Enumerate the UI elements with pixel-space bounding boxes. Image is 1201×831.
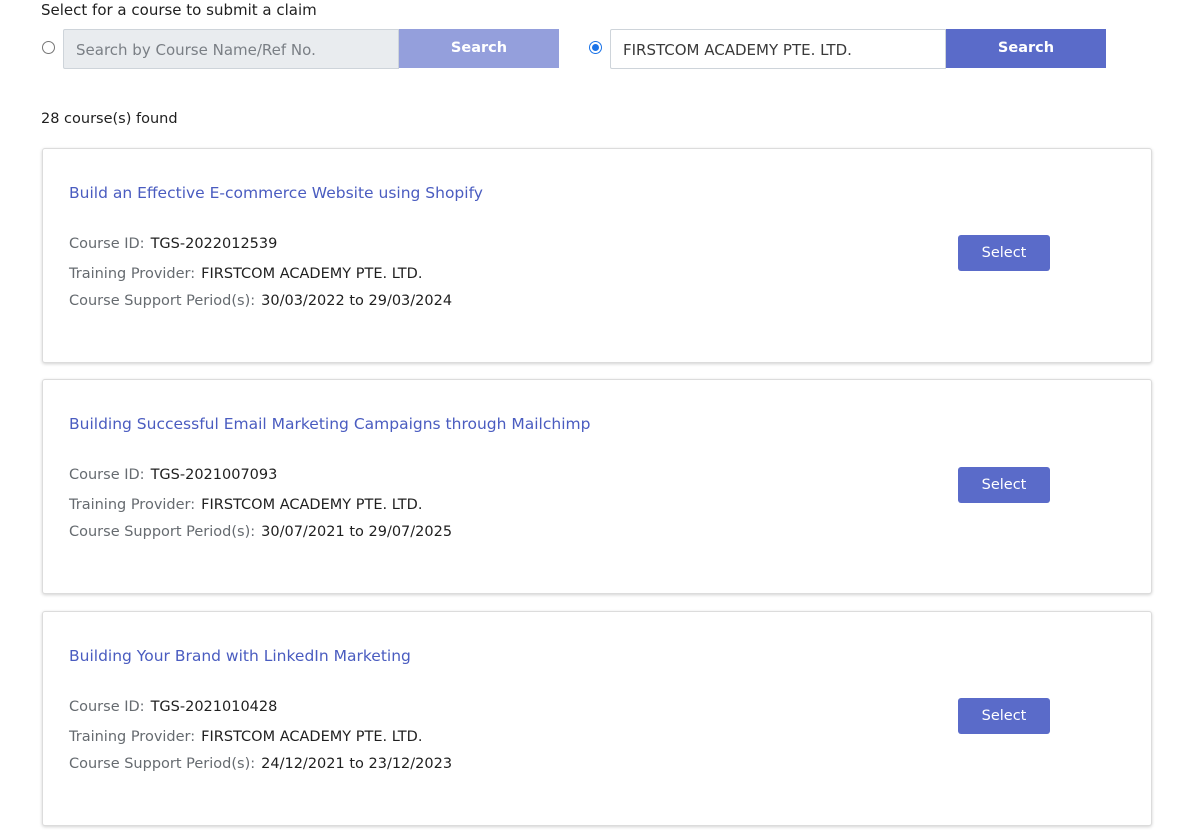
period-row: Course Support Period(s): 30/03/2022 to 2… xyxy=(69,293,452,309)
provider-row: Training Provider: FIRSTCOM ACADEMY PTE. … xyxy=(69,729,422,745)
course-claim-page: Select for a course to submit a claim Se… xyxy=(0,0,1201,831)
provider-row: Training Provider: FIRSTCOM ACADEMY PTE. … xyxy=(69,266,422,282)
course-title[interactable]: Building Your Brand with LinkedIn Market… xyxy=(69,647,411,665)
provider-search-input[interactable]: FIRSTCOM ACADEMY PTE. LTD. xyxy=(610,29,946,69)
search-row: Search by Course Name/Ref No. Search FIR… xyxy=(0,29,1201,69)
period-label: Course Support Period(s): xyxy=(69,524,256,540)
period-row: Course Support Period(s): 30/07/2021 to 2… xyxy=(69,524,452,540)
course-id-label: Course ID: xyxy=(69,467,145,483)
select-course-button[interactable]: Select xyxy=(958,467,1050,503)
course-card: Build an Effective E-commerce Website us… xyxy=(42,148,1152,363)
course-id-value: TGS-2021010428 xyxy=(150,699,278,715)
course-id-value: TGS-2022012539 xyxy=(150,236,278,252)
period-row: Course Support Period(s): 24/12/2021 to 2… xyxy=(69,756,452,772)
course-id-row: Course ID: TGS-2021007093 xyxy=(69,467,277,483)
results-count: 28 course(s) found xyxy=(41,111,178,127)
course-title[interactable]: Building Successful Email Marketing Camp… xyxy=(69,415,590,433)
course-search-input[interactable]: Search by Course Name/Ref No. xyxy=(63,29,399,69)
course-id-value: TGS-2021007093 xyxy=(150,467,278,483)
provider-value: FIRSTCOM ACADEMY PTE. LTD. xyxy=(201,266,423,282)
provider-search-radio[interactable] xyxy=(589,41,602,54)
select-course-button[interactable]: Select xyxy=(958,698,1050,734)
period-label: Course Support Period(s): xyxy=(69,756,256,772)
course-id-row: Course ID: TGS-2021010428 xyxy=(69,699,277,715)
period-label: Course Support Period(s): xyxy=(69,293,256,309)
provider-row: Training Provider: FIRSTCOM ACADEMY PTE. … xyxy=(69,497,422,513)
provider-label: Training Provider: xyxy=(69,729,196,745)
course-id-label: Course ID: xyxy=(69,236,145,252)
period-value: 24/12/2021 to 23/12/2023 xyxy=(261,756,453,772)
page-prompt: Select for a course to submit a claim xyxy=(41,1,317,19)
course-search-radio[interactable] xyxy=(42,41,55,54)
course-search-button[interactable]: Search xyxy=(399,29,559,68)
course-card: Building Your Brand with LinkedIn Market… xyxy=(42,611,1152,826)
provider-value: FIRSTCOM ACADEMY PTE. LTD. xyxy=(201,497,423,513)
course-id-label: Course ID: xyxy=(69,699,145,715)
select-course-button[interactable]: Select xyxy=(958,235,1050,271)
course-id-row: Course ID: TGS-2022012539 xyxy=(69,236,277,252)
provider-label: Training Provider: xyxy=(69,497,196,513)
period-value: 30/07/2021 to 29/07/2025 xyxy=(261,524,453,540)
course-card: Building Successful Email Marketing Camp… xyxy=(42,379,1152,594)
course-title[interactable]: Build an Effective E-commerce Website us… xyxy=(69,184,483,202)
provider-label: Training Provider: xyxy=(69,266,196,282)
provider-search-button[interactable]: Search xyxy=(946,29,1106,68)
period-value: 30/03/2022 to 29/03/2024 xyxy=(261,293,453,309)
provider-value: FIRSTCOM ACADEMY PTE. LTD. xyxy=(201,729,423,745)
